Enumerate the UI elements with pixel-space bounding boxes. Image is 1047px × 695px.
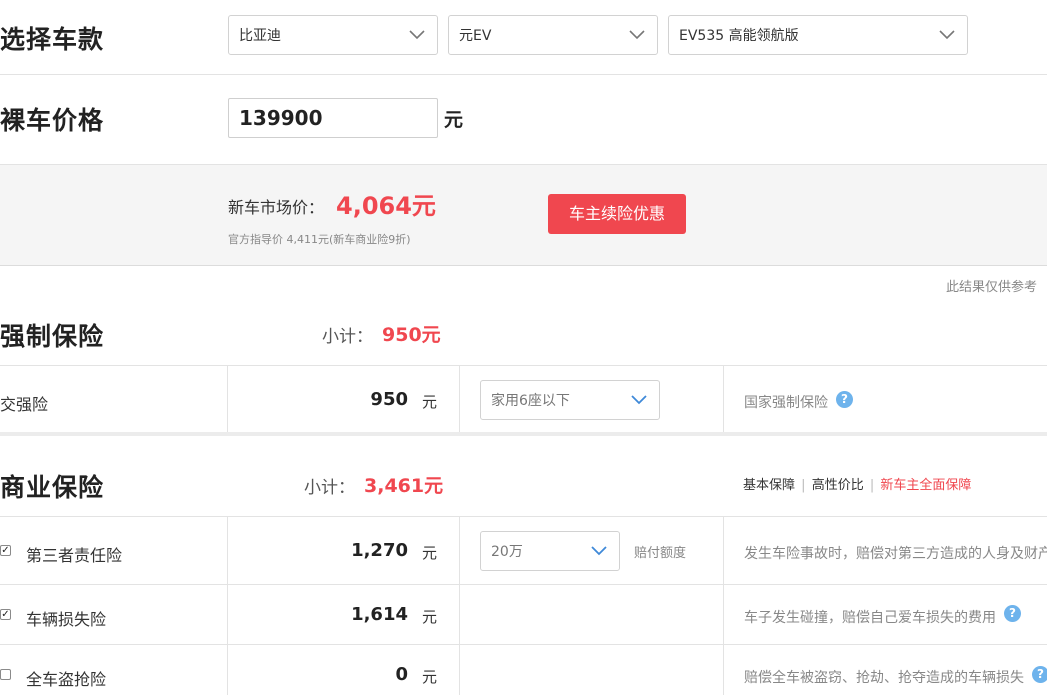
- plan-separator: |: [869, 478, 875, 493]
- coverage-amount-label: 赔付额度: [634, 546, 687, 561]
- column-divider: [227, 517, 228, 695]
- third-party-amount: 1,270: [351, 540, 408, 561]
- coverage-amount-value: 20万: [491, 544, 523, 560]
- commercial-subtotal-label: 小计：: [304, 478, 355, 498]
- compulsory-subtotal-value: 950元: [382, 324, 441, 346]
- compulsory-row-label: 交强险: [0, 395, 49, 414]
- disclaimer-text: 此结果仅供参考: [946, 280, 1038, 295]
- renewal-discount-button[interactable]: 车主续险优惠: [548, 194, 686, 234]
- column-divider: [459, 366, 460, 433]
- divider: [0, 644, 1047, 645]
- bare-price-unit: 元: [444, 109, 464, 131]
- chevron-down-icon: [591, 546, 607, 556]
- chevron-down-icon: [629, 30, 645, 40]
- vehicle-type-value: 家用6座以下: [491, 393, 570, 409]
- commercial-title: 商业保险: [0, 473, 105, 502]
- trim-select[interactable]: EV535 高能领航版: [668, 15, 968, 55]
- market-price-band: [0, 164, 1047, 266]
- series-select[interactable]: 元EV: [448, 15, 658, 55]
- market-price-label: 新车市场价：: [228, 198, 325, 217]
- column-divider: [459, 517, 460, 695]
- compulsory-row-unit: 元: [422, 393, 438, 411]
- question-circle-icon[interactable]: ?: [836, 391, 853, 408]
- theft-unit: 元: [422, 668, 438, 686]
- chevron-down-icon: [409, 30, 425, 40]
- chevron-down-icon: [631, 395, 647, 405]
- trim-select-value: EV535 高能领航版: [679, 28, 799, 44]
- divider: [0, 516, 1047, 517]
- plan-separator: |: [801, 478, 806, 493]
- third-party-checkbox[interactable]: ✓: [0, 545, 11, 556]
- column-divider: [723, 517, 724, 695]
- divider: [0, 584, 1047, 585]
- vehicle-type-select[interactable]: 家用6座以下: [480, 380, 660, 420]
- coverage-amount-select[interactable]: 20万: [480, 531, 620, 571]
- theft-checkbox[interactable]: [0, 669, 11, 680]
- select-model-title: 选择车款: [0, 25, 105, 54]
- theft-amount: 0: [395, 664, 408, 685]
- vehicle-damage-amount: 1,614: [351, 604, 408, 625]
- divider: [0, 365, 1047, 366]
- section-gap: [0, 432, 1047, 436]
- third-party-unit: 元: [422, 544, 438, 562]
- theft-desc: 赔偿全车被盗窃、抢劫、抢夺造成的车辆损失: [744, 670, 1024, 686]
- plan-tab-basic[interactable]: 基本保障: [743, 478, 795, 493]
- market-price-value: 4,064元: [336, 192, 436, 220]
- question-circle-icon[interactable]: ?: [1032, 666, 1047, 683]
- question-circle-icon[interactable]: ?: [1004, 605, 1021, 622]
- compulsory-title: 强制保险: [0, 322, 105, 351]
- plan-tabs: 基本保障 | 高性价比 | 新车主全面保障: [743, 474, 971, 493]
- plan-tab-value[interactable]: 高性价比: [812, 478, 864, 493]
- plan-tab-full[interactable]: 新车主全面保障: [880, 478, 971, 493]
- bare-price-input[interactable]: 139900: [228, 98, 438, 138]
- divider: [0, 74, 1047, 75]
- brand-select-value: 比亚迪: [239, 28, 281, 44]
- chevron-down-icon: [939, 30, 955, 40]
- vehicle-damage-desc: 车子发生碰撞，赔偿自己爱车损失的费用: [744, 610, 996, 626]
- column-divider: [227, 366, 228, 433]
- series-select-value: 元EV: [459, 28, 492, 44]
- bare-price-title: 裸车价格: [0, 106, 105, 135]
- vehicle-damage-label: 车辆损失险: [26, 610, 107, 629]
- column-divider: [723, 366, 724, 433]
- compulsory-row-desc: 国家强制保险: [744, 395, 828, 411]
- compulsory-subtotal-label: 小计：: [322, 327, 373, 347]
- commercial-subtotal-value: 3,461元: [364, 475, 444, 497]
- vehicle-damage-checkbox[interactable]: ✓: [0, 609, 11, 620]
- third-party-label: 第三者责任险: [26, 546, 123, 565]
- third-party-desc: 发生车险事故时，赔偿对第三方造成的人身及财产: [744, 546, 1047, 562]
- vehicle-damage-unit: 元: [422, 608, 438, 626]
- theft-label: 全车盗抢险: [26, 670, 107, 689]
- brand-select[interactable]: 比亚迪: [228, 15, 438, 55]
- guide-price-text: 官方指导价 4,411元(新车商业险9折): [228, 233, 411, 246]
- compulsory-row-amount: 950: [370, 389, 408, 410]
